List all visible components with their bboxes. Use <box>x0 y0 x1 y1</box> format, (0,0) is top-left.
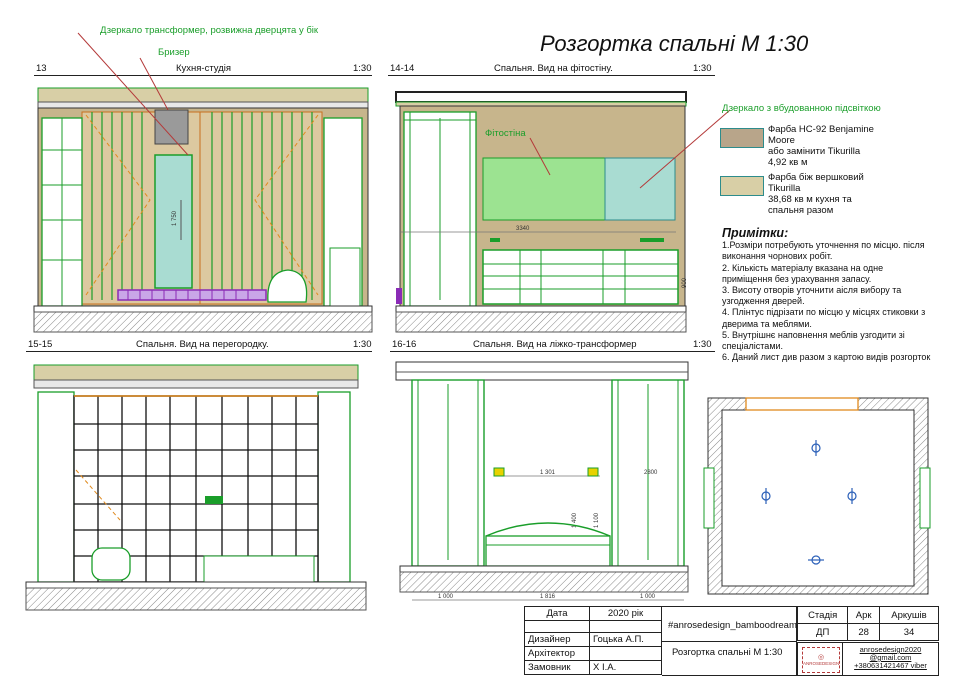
company-logo: ◎ ANROSEDESIGN <box>802 647 840 673</box>
project-tag: #anrosedesign_bamboodream <box>668 620 797 631</box>
legend-swatch-beige <box>720 176 764 196</box>
view-13-drawing: 1 750 <box>33 32 373 333</box>
view-16-dim-a: 1 000 <box>438 594 454 600</box>
view-15-drawing <box>25 364 367 611</box>
view-14-height-dim: 900 <box>682 277 688 288</box>
view-16-h2-dim: 1 100 <box>594 512 600 528</box>
view-16-dim-b: 1 816 <box>540 594 556 600</box>
note-item: 5. Внутрішнє наповнення меблів узгодити … <box>722 329 905 352</box>
note-item: 4. Плінтус підрізати по місцю у місцях с… <box>722 307 926 329</box>
title-block: Дата 2020 рік Дизайнер Гоцька А.П. Архітек… <box>524 606 940 676</box>
view-16-dim-c: 1 000 <box>640 594 656 600</box>
title-block-people: Дата 2020 рік Дизайнер Гоцька А.П. Архітек… <box>524 606 662 675</box>
view-13-height-dim: 1 750 <box>172 210 178 226</box>
legend-hc92: Фарба HC-92 Benjamine Moore або замінити T… <box>768 124 874 168</box>
view-16-right-dim: 2800 <box>644 470 658 476</box>
title-block-project: #anrosedesign_bamboodream Розгортка спал… <box>662 606 797 676</box>
logo-box: ◎ ANROSEDESIGN <box>797 642 843 676</box>
note-item: 6. Даний лист див разом з картою видів р… <box>722 352 931 363</box>
annotation-mirror-backlit: Дзеркало з вбудованною підсвіткою <box>722 103 881 114</box>
legend-beige: Фарба біж вершковий Tikurilla 38,68 кв м к… <box>768 172 864 216</box>
note-item: 3. Висоту отворів уточнити аісля вибору … <box>722 285 902 307</box>
notes-heading: Примітки: <box>722 226 789 240</box>
note-item: 2. Кількість матеріалу вказана на одне п… <box>722 262 884 284</box>
title-block-stage: Стадія Арк Аркушів ДП 28 34 <box>796 606 940 641</box>
view-16-drawing: 1 301 2800 1 400 1 100 1 000 1 816 1 000 <box>395 361 689 601</box>
note-item: 1.Розміри потребують уточнення по місцю.… <box>722 240 925 262</box>
legend-swatch-hc92 <box>720 128 764 148</box>
sheet-name: Розгортка спальні М 1:30 <box>672 647 783 658</box>
notes-block: Примітки: 1.Розміри потребують уточнення… <box>722 226 932 363</box>
annotation-phytowall: Фітостіна <box>485 128 526 139</box>
view-14-drawing: 3340 900 <box>395 91 731 333</box>
floor-plan-key <box>703 397 931 595</box>
view-14-width-dim: 3340 <box>516 226 530 232</box>
annotation-mirror-transformer: Дзеркало трансформер, розвижна дверцята … <box>100 25 319 36</box>
contact-info: anrosedesign2020 @gmail.com +38063142146… <box>843 642 939 676</box>
annotation-breather: Бризер <box>158 47 190 58</box>
view-16-span-dim: 1 301 <box>540 470 556 476</box>
